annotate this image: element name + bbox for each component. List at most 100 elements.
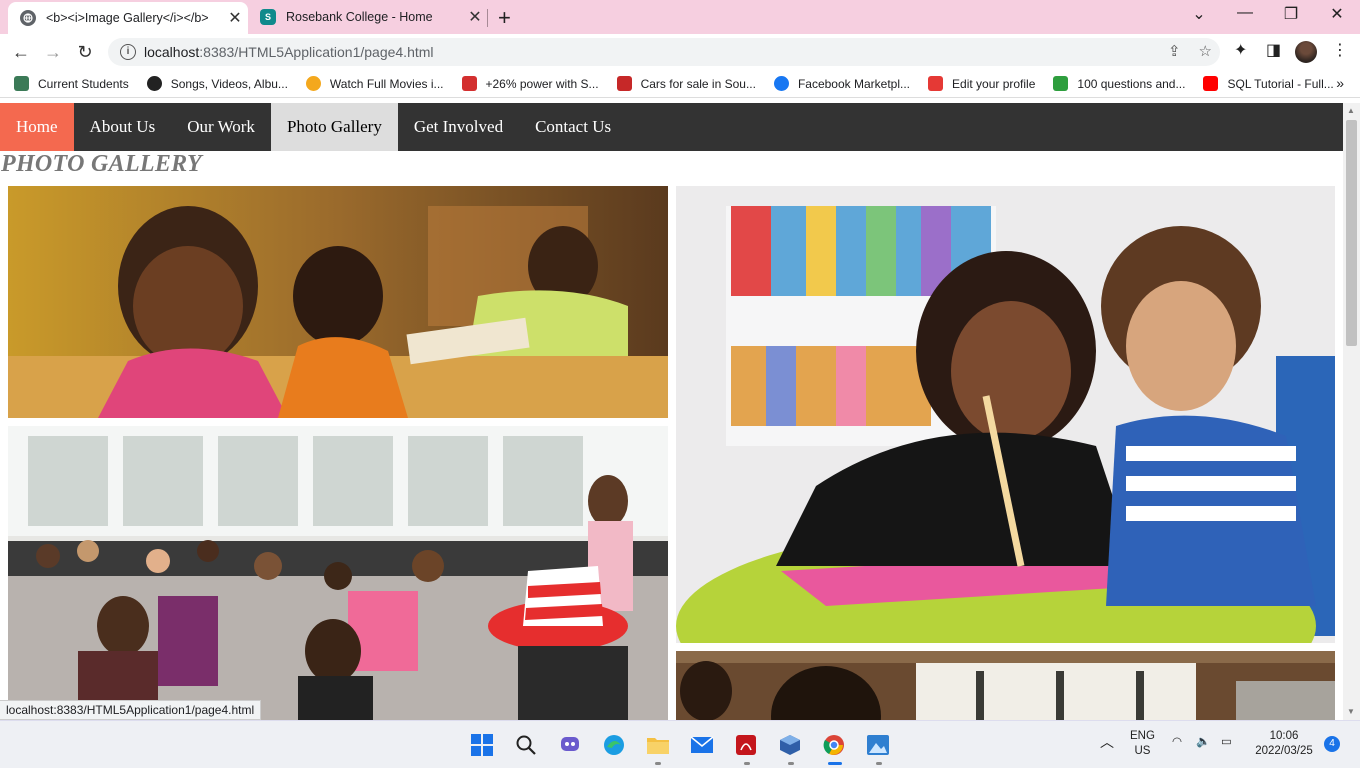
bookmark-favicon-icon xyxy=(305,76,321,91)
bookmark-item[interactable]: Watch Full Movies i... xyxy=(305,76,444,91)
tab-title: Rosebank College - Home xyxy=(286,10,433,24)
globe-icon xyxy=(20,10,36,26)
virtualbox-cube-icon[interactable] xyxy=(778,733,802,757)
show-hidden-icons-chevron-icon[interactable]: ︿ xyxy=(1100,735,1114,750)
nav-photo-gallery[interactable]: Photo Gallery xyxy=(270,103,398,151)
acrobat-pdf-icon[interactable] xyxy=(734,733,758,757)
url-path: :8383/HTML5Application1/page4.html xyxy=(199,44,434,60)
new-tab-plus-icon[interactable]: + xyxy=(498,5,511,31)
scrollbar-thumb[interactable] xyxy=(1346,120,1357,346)
nav-home[interactable]: Home xyxy=(0,103,74,151)
bookmark-item[interactable]: 100 questions and... xyxy=(1053,76,1185,91)
bookmark-item[interactable]: Cars for sale in Sou... xyxy=(616,76,756,91)
bookmark-item[interactable]: Songs, Videos, Albu... xyxy=(146,76,288,91)
more-bookmarks-chevron-icon[interactable]: » xyxy=(1336,75,1344,91)
restore-icon[interactable]: ❐ xyxy=(1268,4,1314,24)
battery-icon[interactable]: ▭ xyxy=(1221,735,1232,750)
site-info-icon[interactable]: i xyxy=(120,44,136,60)
sharepoint-icon: S xyxy=(260,9,276,25)
close-tab-icon[interactable]: ✕ xyxy=(462,7,488,27)
tab-search-chevron-icon[interactable]: ⌄ xyxy=(1176,4,1222,24)
running-indicator xyxy=(876,762,882,765)
nav-contact-us[interactable]: Contact Us xyxy=(519,103,627,151)
input-language-indicator[interactable]: ENG US xyxy=(1130,729,1155,759)
bookmark-favicon-icon xyxy=(616,76,632,91)
scroll-down-arrow-icon[interactable]: ▼ xyxy=(1347,707,1355,716)
page-title: PHOTO GALLERY xyxy=(1,151,203,177)
volume-icon[interactable]: 🔈 xyxy=(1196,735,1210,750)
nav-about-us[interactable]: About Us xyxy=(74,103,172,151)
bookmark-favicon-icon xyxy=(1203,76,1219,91)
search-icon[interactable] xyxy=(514,733,538,757)
bookmark-item[interactable]: Edit your profile xyxy=(928,76,1035,91)
mail-icon[interactable] xyxy=(690,733,714,757)
forward-arrow-icon[interactable]: → xyxy=(40,40,66,64)
tab-rosebank-home[interactable]: S Rosebank College - Home ✕ xyxy=(248,0,488,34)
clock-time: 10:06 xyxy=(1269,730,1299,742)
link-status-bubble: localhost:8383/HTML5Application1/page4.h… xyxy=(0,700,262,720)
chrome-profile-icon[interactable] xyxy=(822,733,846,757)
tab-strip: <b><i>Image Gallery</i></b> ✕ S Rosebank… xyxy=(0,0,1360,34)
profile-avatar[interactable] xyxy=(1295,41,1317,63)
bookmarks-bar: Current Students Songs, Videos, Albu... … xyxy=(0,70,1360,98)
bookmark-item[interactable]: +26% power with S... xyxy=(461,76,599,91)
close-window-icon[interactable]: ✕ xyxy=(1314,4,1360,24)
reload-icon[interactable]: ↻ xyxy=(72,40,98,64)
tab-image-gallery[interactable]: <b><i>Image Gallery</i></b> ✕ xyxy=(8,2,248,34)
clock[interactable]: 10:06 2022/03/25 xyxy=(1252,729,1316,759)
language-code: ENG xyxy=(1130,730,1155,742)
photos-icon[interactable] xyxy=(866,733,890,757)
bookmark-favicon-icon xyxy=(773,76,789,91)
clock-date: 2022/03/25 xyxy=(1255,745,1313,757)
gallery-photo-classroom-girl[interactable] xyxy=(8,186,668,418)
notification-count-badge[interactable]: 4 xyxy=(1324,736,1340,752)
page-scrollbar[interactable]: ▲ ▼ xyxy=(1343,103,1360,720)
bookmark-favicon-icon xyxy=(1053,76,1069,91)
gallery-photo-boy-classroom[interactable] xyxy=(676,651,1335,720)
page-viewport: Home About Us Our Work Photo Gallery Get… xyxy=(0,103,1343,720)
wifi-icon[interactable]: ◠ xyxy=(1172,735,1182,750)
bookmark-star-icon[interactable]: ☆ xyxy=(1199,42,1212,60)
gallery-photo-mother-toddler[interactable] xyxy=(676,186,1335,643)
bookmark-favicon-icon xyxy=(14,76,29,91)
gallery-photo-busy-classroom[interactable] xyxy=(8,426,668,720)
nav-get-involved[interactable]: Get Involved xyxy=(398,103,519,151)
running-indicator xyxy=(744,762,750,765)
url-host: localhost xyxy=(144,44,200,60)
bookmark-item[interactable]: Current Students xyxy=(14,76,129,91)
bookmark-favicon-icon xyxy=(928,76,944,91)
address-bar[interactable]: i localhost:8383/HTML5Application1/page4… xyxy=(108,38,1220,66)
nav-our-work[interactable]: Our Work xyxy=(171,103,271,151)
file-explorer-folder-icon[interactable] xyxy=(646,733,670,757)
browser-toolbar: ← → ↻ i localhost:8383/HTML5Application1… xyxy=(0,34,1360,70)
menu-kebab-icon[interactable]: ⋮ xyxy=(1332,40,1348,60)
running-indicator xyxy=(788,762,794,765)
windows-taskbar: ︿ ENG US ◠ 🔈 ▭ 10:06 2022/03/25 xyxy=(0,720,1360,768)
scroll-up-arrow-icon[interactable]: ▲ xyxy=(1347,106,1355,115)
bookmark-favicon-icon xyxy=(461,76,477,91)
bookmark-favicon-icon xyxy=(146,76,162,91)
tab-title: <b><i>Image Gallery</i></b> xyxy=(46,11,209,25)
extensions-puzzle-icon[interactable]: ✦ xyxy=(1234,40,1247,60)
bookmark-item[interactable]: Facebook Marketpl... xyxy=(773,76,911,91)
bookmark-label: Current Students xyxy=(38,76,129,91)
bookmark-item[interactable]: SQL Tutorial - Full... xyxy=(1203,76,1334,91)
start-windows-icon[interactable] xyxy=(470,733,494,757)
active-app-indicator xyxy=(828,762,842,765)
bookmark-label: Watch Full Movies i... xyxy=(329,76,444,91)
close-tab-icon[interactable]: ✕ xyxy=(222,8,248,28)
region-code: US xyxy=(1134,745,1151,757)
bookmark-label: SQL Tutorial - Full... xyxy=(1227,76,1334,91)
running-indicator xyxy=(655,762,661,765)
bookmark-label: Cars for sale in Sou... xyxy=(640,76,756,91)
minimize-icon[interactable]: — xyxy=(1222,4,1268,22)
bookmark-label: Facebook Marketpl... xyxy=(797,76,911,91)
back-arrow-icon[interactable]: ← xyxy=(8,40,34,64)
share-icon[interactable]: ⇪ xyxy=(1168,42,1181,60)
bookmark-label: Edit your profile xyxy=(952,76,1036,91)
teams-chat-icon[interactable] xyxy=(558,733,582,757)
edge-browser-icon[interactable] xyxy=(602,733,626,757)
site-navbar: Home About Us Our Work Photo Gallery Get… xyxy=(0,103,1343,151)
bookmark-label: 100 questions and... xyxy=(1077,76,1186,91)
side-panel-icon[interactable]: ◨ xyxy=(1266,40,1281,60)
